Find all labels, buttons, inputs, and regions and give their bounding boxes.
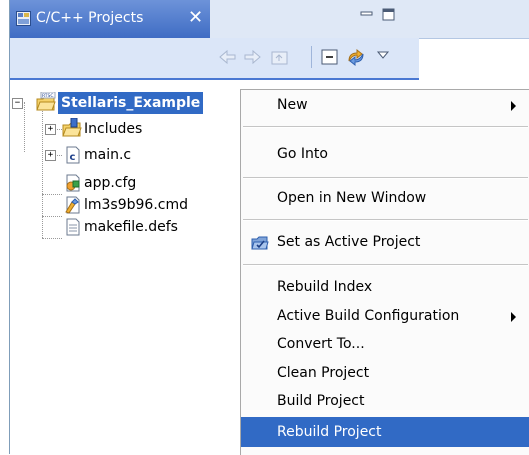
editor-tab-bar: [419, 0, 529, 39]
tree-line: [42, 238, 62, 239]
rtsc-project-folder-icon: RTSC: [36, 91, 56, 111]
close-icon[interactable]: ✕: [188, 7, 203, 29]
menu-item-label: Convert To...: [277, 336, 365, 352]
expand-expander-icon[interactable]: +: [45, 124, 56, 135]
forward-arrow-icon[interactable]: [240, 46, 264, 68]
menu-separator: [243, 126, 528, 128]
collapse-all-icon[interactable]: [318, 46, 342, 68]
tree-item-includes[interactable]: + Includes: [10, 117, 240, 140]
menu-item-build-project[interactable]: Build Project: [241, 388, 529, 415]
menu-item-label: New: [277, 97, 308, 113]
context-menu: New Go Into Open in New Window Set as Ac…: [240, 89, 529, 455]
expand-expander-icon[interactable]: +: [45, 150, 56, 161]
submenu-arrow-icon: [511, 312, 516, 322]
up-folder-icon[interactable]: [268, 46, 292, 68]
menu-item-label: Clean Project: [277, 365, 370, 381]
menu-item-label: Rebuild Index: [277, 279, 373, 295]
linker-cmd-file-icon: [64, 196, 82, 214]
menu-item-label: Go Into: [277, 146, 328, 162]
tab-c-cpp-projects[interactable]: C/C++ Projects ✕: [10, 0, 210, 38]
tree-item-label: lm3s9b96.cmd: [84, 197, 189, 213]
tab-title: C/C++ Projects: [36, 10, 144, 26]
collapse-expander-icon[interactable]: −: [12, 98, 23, 109]
text-file-icon: [64, 218, 82, 236]
view-menu-icon[interactable]: [372, 46, 396, 68]
toolbar-separator: [311, 46, 312, 68]
submenu-arrow-icon: [511, 101, 516, 111]
tree-item-label: makefile.defs: [84, 219, 178, 235]
menu-item-label: Open in New Window: [277, 190, 427, 206]
includes-folder-icon: [62, 117, 82, 137]
menu-item-go-into[interactable]: Go Into: [241, 141, 529, 168]
link-with-editor-icon[interactable]: [344, 46, 368, 68]
menu-item-new[interactable]: New: [241, 92, 529, 119]
tree-item-main-c[interactable]: + c main.c: [10, 144, 240, 166]
tree-item-makefile-defs[interactable]: makefile.defs: [10, 216, 240, 238]
menu-item-convert-to[interactable]: Convert To...: [241, 331, 529, 358]
config-file-icon: [64, 174, 82, 192]
tree-item-label: app.cfg: [84, 175, 137, 191]
tree-item-project[interactable]: − RTSC Stellaris_Example: [10, 91, 250, 114]
view-toolbar: [10, 38, 419, 80]
c-source-file-icon: c: [64, 146, 82, 164]
menu-item-active-build-configuration[interactable]: Active Build Configuration: [241, 303, 529, 330]
view-tab-bar: C/C++ Projects ✕: [10, 0, 419, 39]
active-project-icon: [251, 234, 269, 251]
back-arrow-icon[interactable]: [216, 46, 240, 68]
menu-item-label: Rebuild Project: [277, 424, 382, 440]
menu-item-open-in-new-window[interactable]: Open in New Window: [241, 185, 529, 212]
maximize-icon[interactable]: [382, 8, 396, 26]
project-label: Stellaris_Example: [58, 92, 204, 114]
menu-item-rebuild-project[interactable]: Rebuild Project: [241, 417, 529, 447]
projects-view-icon: [16, 11, 31, 26]
tree-item-label: main.c: [84, 147, 132, 163]
menu-item-clean-project[interactable]: Clean Project: [241, 360, 529, 387]
menu-item-set-as-active-project[interactable]: Set as Active Project: [241, 229, 529, 256]
menu-item-label: Active Build Configuration: [277, 308, 460, 324]
menu-separator: [243, 264, 528, 266]
tree-item-label: Includes: [84, 121, 143, 137]
menu-separator: [243, 177, 528, 179]
menu-separator: [243, 219, 528, 221]
svg-text:c: c: [70, 152, 76, 163]
menu-item-rebuild-index[interactable]: Rebuild Index: [241, 274, 529, 301]
tree-item-app-cfg[interactable]: app.cfg: [10, 172, 240, 194]
tree-item-lm3s9b96-cmd[interactable]: lm3s9b96.cmd: [10, 194, 240, 216]
menu-item-label: Set as Active Project: [277, 234, 421, 250]
svg-text:RTSC: RTSC: [42, 93, 54, 99]
menu-item-label: Build Project: [277, 393, 365, 409]
minimize-icon[interactable]: [360, 8, 374, 26]
